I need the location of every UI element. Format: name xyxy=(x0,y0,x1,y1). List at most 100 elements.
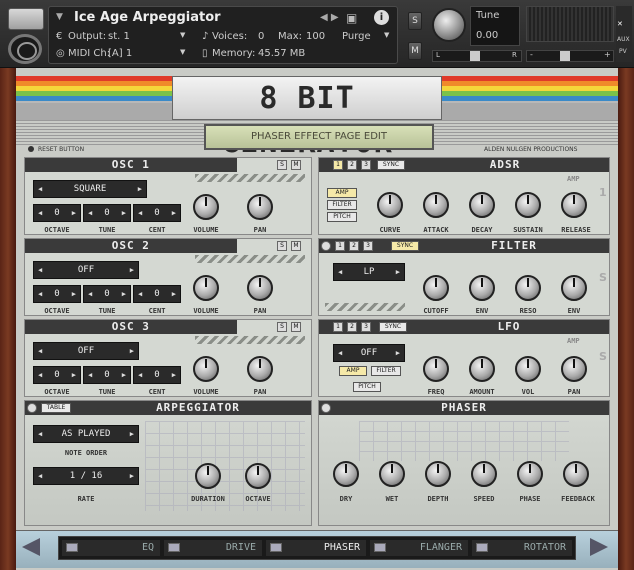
osc2-wave-selector[interactable]: ◀ OFF ▶ xyxy=(33,261,139,279)
arp-power-icon[interactable] xyxy=(27,403,37,413)
adsr-target-pitch[interactable]: PITCH xyxy=(327,212,357,222)
arp-duration-knob[interactable] xyxy=(195,463,221,489)
info-icon[interactable]: i xyxy=(374,10,389,25)
phaser-speed-knob[interactable] xyxy=(471,461,497,487)
purge-dropdown-icon[interactable]: ▼ xyxy=(384,31,389,39)
lfo-pan-knob[interactable] xyxy=(561,356,587,382)
osc1-volume-knob[interactable] xyxy=(193,194,219,220)
max-voices-value[interactable]: 100 xyxy=(306,31,325,42)
osc1-octave-selector[interactable]: ◀ 0 ▶ xyxy=(33,204,81,222)
osc2-tune-selector[interactable]: ◀ 0 ▶ xyxy=(83,285,131,303)
osc3-pan-knob[interactable] xyxy=(247,356,273,382)
purge-button[interactable]: Purge xyxy=(342,31,371,42)
phaser-wet-knob[interactable] xyxy=(379,461,405,487)
osc2-octave-selector[interactable]: ◀ 0 ▶ xyxy=(33,285,81,303)
osc3-tune-selector[interactable]: ◀ 0 ▶ xyxy=(83,366,131,384)
osc2-mute-button[interactable]: M xyxy=(291,241,301,251)
adsr-tab-2[interactable]: 2 xyxy=(347,160,357,170)
lfo-tab-1[interactable]: 1 xyxy=(333,322,343,332)
lfo-sync-button[interactable]: SYNC xyxy=(379,322,407,332)
lfo-freq-knob[interactable] xyxy=(423,356,449,382)
output-value[interactable]: st. 1 xyxy=(108,31,130,42)
fx-next-arrow-icon[interactable] xyxy=(590,538,608,556)
arp-octave-knob[interactable] xyxy=(245,463,271,489)
osc2-pan-knob[interactable] xyxy=(247,275,273,301)
lfo-tab-3[interactable]: 3 xyxy=(361,322,371,332)
fx-tab-flanger[interactable]: FLANGER xyxy=(370,540,468,556)
adsr-target-amp[interactable]: AMP xyxy=(327,188,357,198)
reset-button[interactable]: RESET BUTTON xyxy=(38,146,84,153)
filter-env2-knob[interactable] xyxy=(561,275,587,301)
fx-prev-arrow-icon[interactable] xyxy=(22,538,40,556)
lfo-amount-knob[interactable] xyxy=(469,356,495,382)
arp-order-selector[interactable]: ◀ AS PLAYED ▶ xyxy=(33,425,139,443)
filter-cutoff-knob[interactable] xyxy=(423,275,449,301)
osc2-solo-button[interactable]: S xyxy=(277,241,287,251)
solo-button[interactable]: S xyxy=(408,12,422,30)
lfo-target-amp[interactable]: AMP xyxy=(339,366,367,376)
lfo-target-pitch[interactable]: PITCH xyxy=(353,382,381,392)
adsr-curve-knob[interactable] xyxy=(377,192,403,218)
wrench-icon[interactable] xyxy=(8,8,44,30)
aux-button[interactable]: AUX xyxy=(617,36,630,43)
prev-next-icon[interactable]: ◀ ▶ xyxy=(320,12,339,23)
filter-env-knob[interactable] xyxy=(469,275,495,301)
phaser-dry-knob[interactable] xyxy=(333,461,359,487)
fx-tab-phaser[interactable]: PHASER xyxy=(266,540,366,556)
phaser-depth-knob[interactable] xyxy=(425,461,451,487)
osc2-volume-knob[interactable] xyxy=(193,275,219,301)
osc1-wave-selector[interactable]: ◀ SQUARE ▶ xyxy=(33,180,147,198)
fx-tab-drive[interactable]: DRIVE xyxy=(164,540,262,556)
midi-dropdown-icon[interactable]: ▼ xyxy=(180,48,185,56)
reset-icon[interactable] xyxy=(28,146,34,152)
camera-icon[interactable]: ▣ xyxy=(346,11,357,25)
filter-power-icon[interactable] xyxy=(321,241,331,251)
osc3-volume-knob[interactable] xyxy=(193,356,219,382)
dropdown-arrow-icon[interactable]: ▼ xyxy=(56,12,63,22)
adsr-tab-1[interactable]: 1 xyxy=(333,160,343,170)
lfo-target-filter[interactable]: FILTER xyxy=(371,366,401,376)
phaser-phase-knob[interactable] xyxy=(517,461,543,487)
osc1-tune-selector[interactable]: ◀ 0 ▶ xyxy=(83,204,131,222)
filter-type-selector[interactable]: ◀ LP ▶ xyxy=(333,263,405,281)
phaser-feedback-knob[interactable] xyxy=(563,461,589,487)
osc1-mute-button[interactable]: M xyxy=(291,160,301,170)
pan-handle[interactable] xyxy=(470,51,480,61)
pv-button[interactable]: PV xyxy=(619,48,627,55)
fx-tab-eq[interactable]: EQ xyxy=(62,540,160,556)
arp-rate-selector[interactable]: ◀ 1 / 16 ▶ xyxy=(33,467,139,485)
volume-handle[interactable] xyxy=(560,51,570,61)
lfo-vol-knob[interactable] xyxy=(515,356,541,382)
osc1-cent-selector[interactable]: ◀ 0 ▶ xyxy=(133,204,181,222)
volume-slider[interactable] xyxy=(526,50,614,62)
adsr-sustain-knob[interactable] xyxy=(515,192,541,218)
adsr-target-filter[interactable]: FILTER xyxy=(327,200,357,210)
adsr-attack-knob[interactable] xyxy=(423,192,449,218)
osc3-mute-button[interactable]: M xyxy=(291,322,301,332)
adsr-release-knob[interactable] xyxy=(561,192,587,218)
osc3-octave-selector[interactable]: ◀ 0 ▶ xyxy=(33,366,81,384)
mute-button[interactable]: M xyxy=(408,42,422,60)
filter-sync-button[interactable]: SYNC xyxy=(391,241,419,251)
midi-channel-value[interactable]: [A] 1 xyxy=(108,48,132,59)
lfo-tab-2[interactable]: 2 xyxy=(347,322,357,332)
tune-value[interactable]: 0.00 xyxy=(476,30,498,41)
osc2-cent-selector[interactable]: ◀ 0 ▶ xyxy=(133,285,181,303)
osc1-solo-button[interactable]: S xyxy=(277,160,287,170)
osc3-wave-selector[interactable]: ◀ OFF ▶ xyxy=(33,342,139,360)
lfo-wave-selector[interactable]: ◀ OFF ▶ xyxy=(333,344,405,362)
filter-tab-1[interactable]: 1 xyxy=(335,241,345,251)
adsr-sync-button[interactable]: SYNC xyxy=(377,160,405,170)
tune-knob[interactable] xyxy=(432,8,466,42)
instrument-name[interactable]: Ice Age Arpeggiator xyxy=(74,10,221,25)
arp-table-button[interactable]: TABLE xyxy=(41,403,71,413)
output-dropdown-icon[interactable]: ▼ xyxy=(180,31,185,39)
osc3-solo-button[interactable]: S xyxy=(277,322,287,332)
phaser-power-icon[interactable] xyxy=(321,403,331,413)
fx-tab-rotator[interactable]: ROTATOR xyxy=(472,540,572,556)
osc3-cent-selector[interactable]: ◀ 0 ▶ xyxy=(133,366,181,384)
osc1-pan-knob[interactable] xyxy=(247,194,273,220)
filter-tab-2[interactable]: 2 xyxy=(349,241,359,251)
adsr-decay-knob[interactable] xyxy=(469,192,495,218)
adsr-tab-3[interactable]: 3 xyxy=(361,160,371,170)
